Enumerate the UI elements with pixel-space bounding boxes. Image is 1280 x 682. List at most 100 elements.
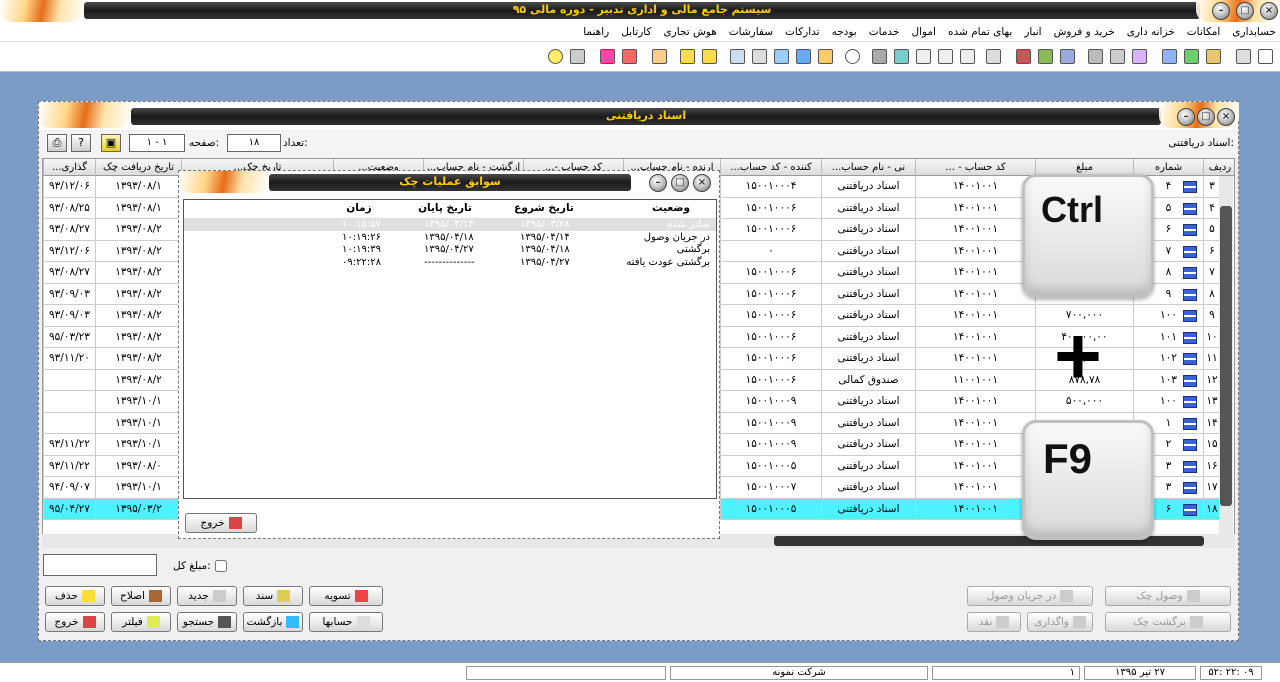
history-row[interactable]: برگشتی عودت یافته ۱۳۹۵/۰۴/۲۷ -------------…: [184, 256, 716, 269]
books-icon[interactable]: [1038, 49, 1053, 64]
menu-accounting[interactable]: حسابداری: [1232, 26, 1276, 38]
docs-icon[interactable]: [1088, 49, 1103, 64]
col-radif[interactable]: ردیف: [1203, 159, 1234, 176]
monitor-icon[interactable]: [730, 49, 745, 64]
voucher-button[interactable]: سند: [243, 586, 303, 606]
expand-icon[interactable]: [894, 49, 909, 64]
menu-procurement[interactable]: تدارکات: [785, 26, 820, 38]
menu-cartable[interactable]: کارتابل: [621, 26, 651, 38]
assign-icon: [1072, 616, 1086, 628]
lock-icon[interactable]: [818, 49, 833, 64]
row-number: ۹: [1203, 305, 1220, 326]
dlg-col-status[interactable]: وضعیت: [624, 200, 718, 216]
filter-button[interactable]: فیلتر: [111, 612, 171, 632]
menu-orders[interactable]: سفارشات: [729, 26, 773, 38]
in-collection-button[interactable]: در جریان وصول: [967, 586, 1093, 606]
col-kod1[interactable]: ... - کد حساب: [915, 159, 1035, 176]
menu-help[interactable]: راهنما: [583, 26, 609, 38]
menu-cost[interactable]: بهای تمام شده: [948, 26, 1012, 38]
return-check-button[interactable]: برگشت چک: [1105, 612, 1231, 632]
back-button[interactable]: بازگشت: [243, 612, 303, 632]
vertical-scroll-thumb[interactable]: [1220, 206, 1232, 506]
window2-icon[interactable]: [1060, 49, 1075, 64]
cell-kod1: ۱۴۰۰۱۰۰۱: [915, 348, 1035, 369]
cash-check-button[interactable]: وصول چک: [1105, 586, 1231, 606]
accounts-button[interactable]: حسابها: [309, 612, 383, 632]
new-button[interactable]: جدید: [177, 586, 237, 606]
col-name1[interactable]: ...نی - نام حساب: [821, 159, 915, 176]
delete-button[interactable]: حذف: [45, 586, 105, 606]
rows-icon[interactable]: [916, 49, 931, 64]
menu-budget[interactable]: بودجه: [832, 26, 857, 38]
history-row[interactable]: در جریان وصول ۱۳۹۵/۰۴/۱۴ ۱۳۹۵/۰۴/۱۸ ۱۰:۱۹:۲…: [184, 231, 716, 244]
cash-button[interactable]: نقد: [967, 612, 1021, 632]
settle-button[interactable]: تسویه: [309, 586, 383, 606]
calendar-icon[interactable]: [622, 49, 637, 64]
menu-sales[interactable]: خرید و فروش: [1054, 26, 1115, 38]
windows-icon[interactable]: [752, 49, 767, 64]
page-field[interactable]: ۱ - ۱: [129, 134, 185, 152]
history-row[interactable]: صادر شده ۱۳۹۵/۰۳/۲۸ ۱۳۹۵/۰۴/۱۴ ۱۰:۱۵:۵۷: [184, 218, 716, 231]
cell-kod1: ۱۴۰۰۱۰۰۱: [915, 262, 1035, 283]
col-shomare[interactable]: شماره: [1133, 159, 1203, 176]
image-icon[interactable]: [872, 49, 887, 64]
list-icon[interactable]: [938, 49, 953, 64]
window-maximize-icon[interactable]: □: [1197, 108, 1215, 126]
tree-icon[interactable]: [1184, 49, 1199, 64]
maximize-icon[interactable]: □: [1236, 2, 1254, 20]
menu-inventory[interactable]: انبار: [1024, 26, 1041, 38]
history-row[interactable]: برگشتی ۱۳۹۵/۰۴/۱۸ ۱۳۹۵/۰۴/۲۷ ۱۰:۱۹:۳۹: [184, 243, 716, 256]
dialog-close-icon[interactable]: ×: [693, 174, 711, 192]
menu-facilities[interactable]: امکانات: [1187, 26, 1221, 38]
col-receive-date[interactable]: تاریخ دریافت چک: [95, 159, 181, 176]
total-field[interactable]: [43, 554, 157, 576]
col-assign-date[interactable]: ...گذاری: [43, 159, 95, 176]
cell-gozari: ۹۳/۰۹/۰۳: [43, 283, 95, 305]
dialog-maximize-icon[interactable]: □: [671, 174, 689, 192]
vertical-scrollbar[interactable]: [1219, 176, 1233, 545]
help-key-icon[interactable]: ?: [71, 134, 91, 152]
network-icon[interactable]: [796, 49, 811, 64]
chart-icon[interactable]: [1162, 49, 1177, 64]
menu-assets[interactable]: اموال: [911, 26, 936, 38]
dlg-col-end[interactable]: تاریخ پایان: [400, 200, 490, 216]
print-setup-icon[interactable]: [1110, 49, 1125, 64]
assign-button[interactable]: واگذاری: [1027, 612, 1093, 632]
dialog-exit-button[interactable]: خروج: [185, 513, 257, 533]
edit-button[interactable]: اصلاح: [111, 586, 171, 606]
window-close-icon[interactable]: ×: [1217, 108, 1235, 126]
menu-treasury[interactable]: خزانه داری: [1127, 26, 1175, 38]
ruler-icon[interactable]: [986, 49, 1001, 64]
arrows-icon[interactable]: [680, 49, 695, 64]
arrow-right-icon[interactable]: [702, 49, 717, 64]
columns-icon[interactable]: [960, 49, 975, 64]
grid-icon[interactable]: [1258, 49, 1273, 64]
col-kod2[interactable]: ...کننده - کد حساب: [720, 159, 821, 176]
menu-bi[interactable]: هوش تجاری: [663, 26, 716, 38]
search-icon[interactable]: [845, 49, 860, 64]
stack-icon[interactable]: [1132, 49, 1147, 64]
history-end: ۱۳۹۵/۰۴/۱۸: [424, 231, 474, 243]
window-minimize-icon[interactable]: –: [1177, 108, 1195, 126]
menu-services[interactable]: خدمات: [869, 26, 900, 38]
status-date: ۲۷ تیر ۱۳۹۵: [1084, 666, 1196, 680]
book-icon[interactable]: [1016, 49, 1031, 64]
users-icon[interactable]: [600, 49, 615, 64]
settings-book-icon[interactable]: ▣: [101, 134, 121, 152]
transfer-icon[interactable]: [774, 49, 789, 64]
print-icon[interactable]: ⎙: [47, 134, 67, 152]
dlg-col-time[interactable]: زمان: [324, 200, 394, 216]
minimize-icon[interactable]: –: [1212, 2, 1230, 20]
help-icon[interactable]: [548, 49, 563, 64]
export-icon[interactable]: [652, 49, 667, 64]
exit-button[interactable]: خروج: [45, 612, 105, 632]
dialog-minimize-icon[interactable]: –: [649, 174, 667, 192]
total-checkbox[interactable]: [215, 560, 227, 572]
printer-icon[interactable]: [570, 49, 585, 64]
window-icon[interactable]: [1236, 49, 1251, 64]
dlg-col-start[interactable]: تاریخ شروع: [494, 200, 594, 216]
building-icon[interactable]: [1206, 49, 1221, 64]
status-bar: ۰۹ :۲۲ :۵۲ ۲۷ تیر ۱۳۹۵ ۱ شرکت نمونه: [0, 662, 1280, 682]
search-button[interactable]: جستجو: [177, 612, 237, 632]
close-icon[interactable]: ×: [1260, 2, 1278, 20]
